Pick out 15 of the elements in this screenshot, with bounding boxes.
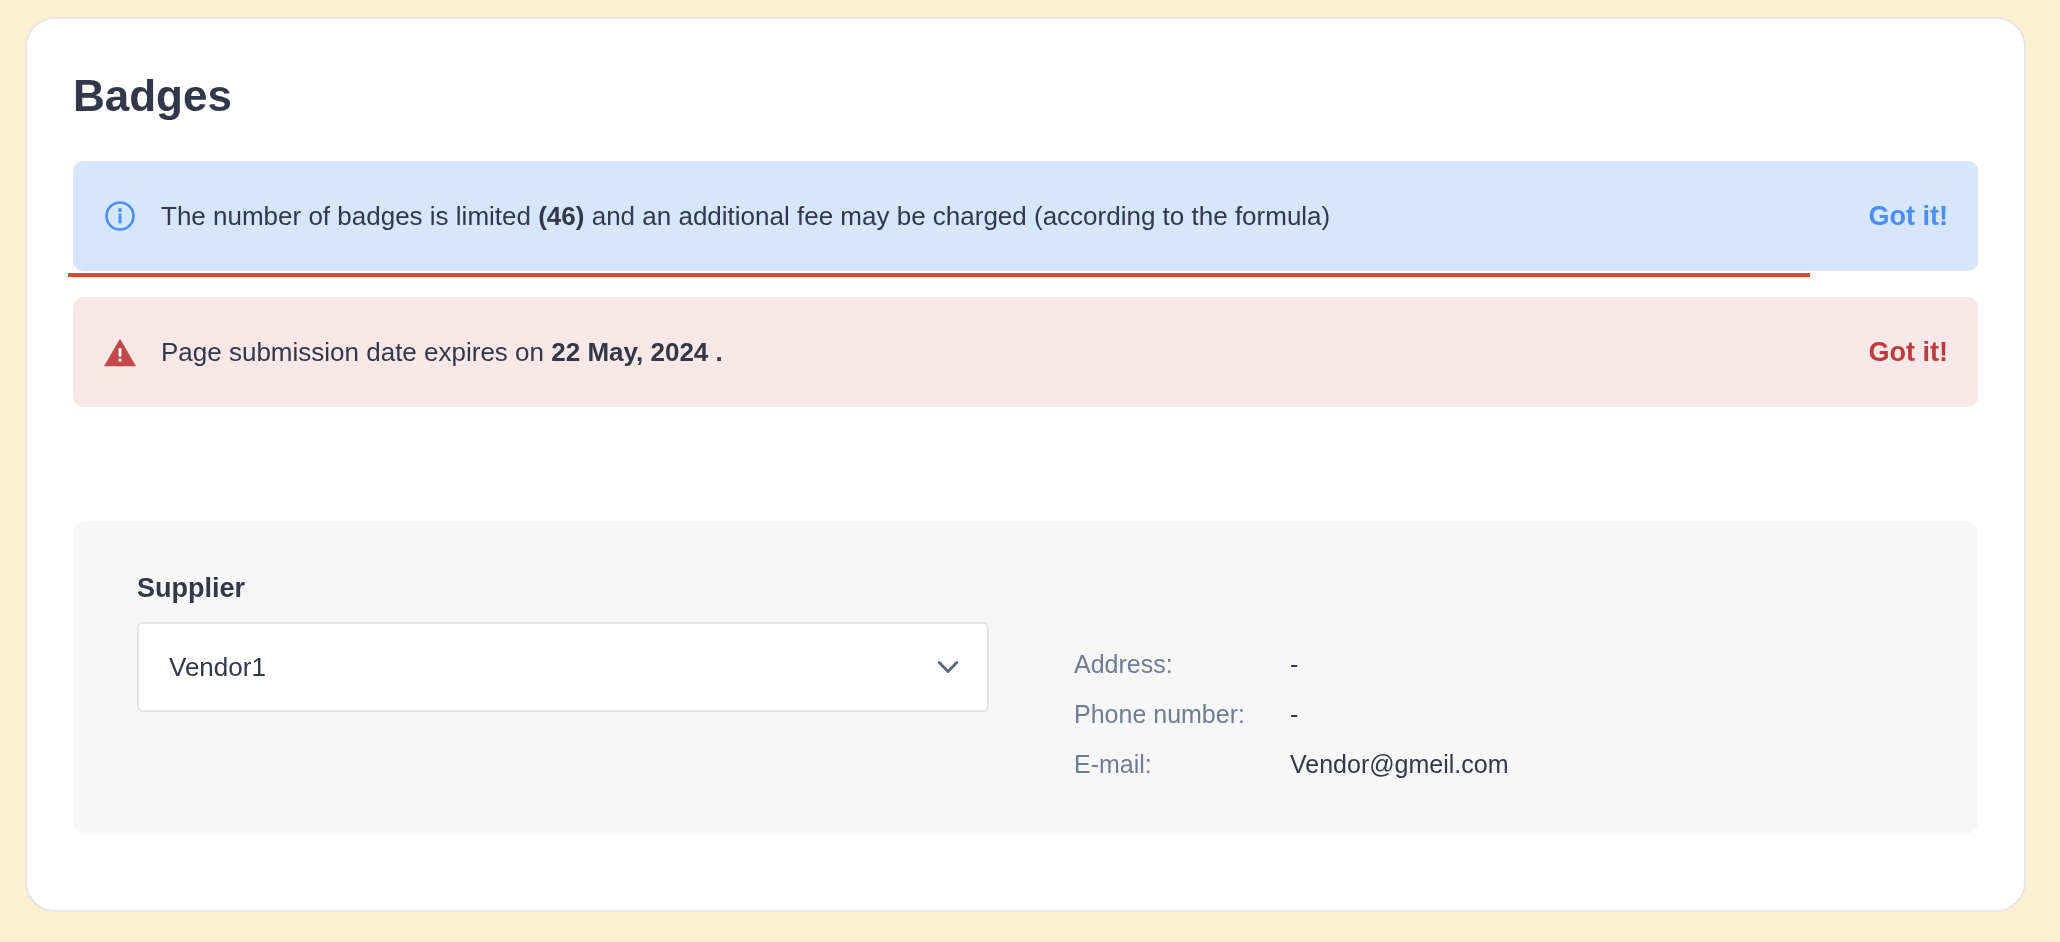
- detail-value: -: [1290, 699, 1300, 730]
- alert-message: Page submission date expires on 22 May, 2024 .: [161, 336, 724, 368]
- dismiss-button[interactable]: Got it!: [1868, 336, 1948, 368]
- detail-label: E-mail:: [1074, 749, 1153, 780]
- chevron-down-icon: [937, 660, 959, 674]
- info-icon: [103, 200, 137, 232]
- detail-label: Address:: [1074, 649, 1174, 680]
- dismiss-button[interactable]: Got it!: [1868, 200, 1948, 232]
- supplier-dropdown[interactable]: Vendor1: [137, 622, 989, 712]
- field-label: Supplier: [137, 573, 246, 604]
- detail-value: Vendor@gmeil.com: [1290, 749, 1509, 780]
- alert-message: The number of badges is limited (46) and an additional fee may be charged (according to the formula): [161, 200, 1332, 232]
- detail-label: Phone number:: [1074, 699, 1246, 730]
- detail-value: -: [1290, 649, 1300, 680]
- page-title: Badges: [73, 70, 233, 122]
